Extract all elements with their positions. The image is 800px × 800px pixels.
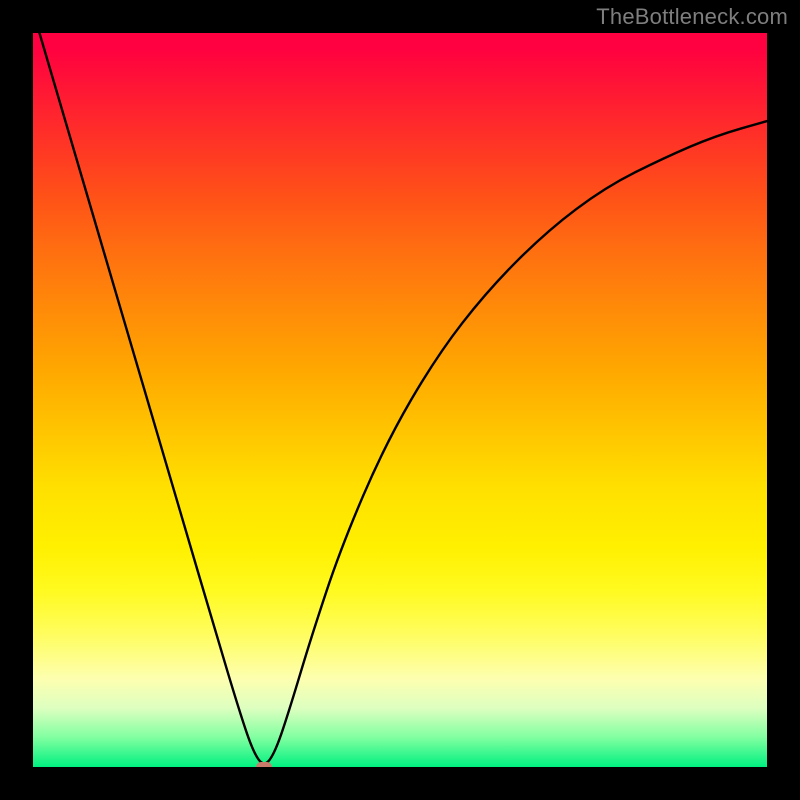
optimal-point-marker: [256, 762, 272, 767]
chart-plot-area: [33, 33, 767, 767]
watermark-text: TheBottleneck.com: [596, 4, 788, 30]
bottleneck-curve: [33, 33, 767, 767]
